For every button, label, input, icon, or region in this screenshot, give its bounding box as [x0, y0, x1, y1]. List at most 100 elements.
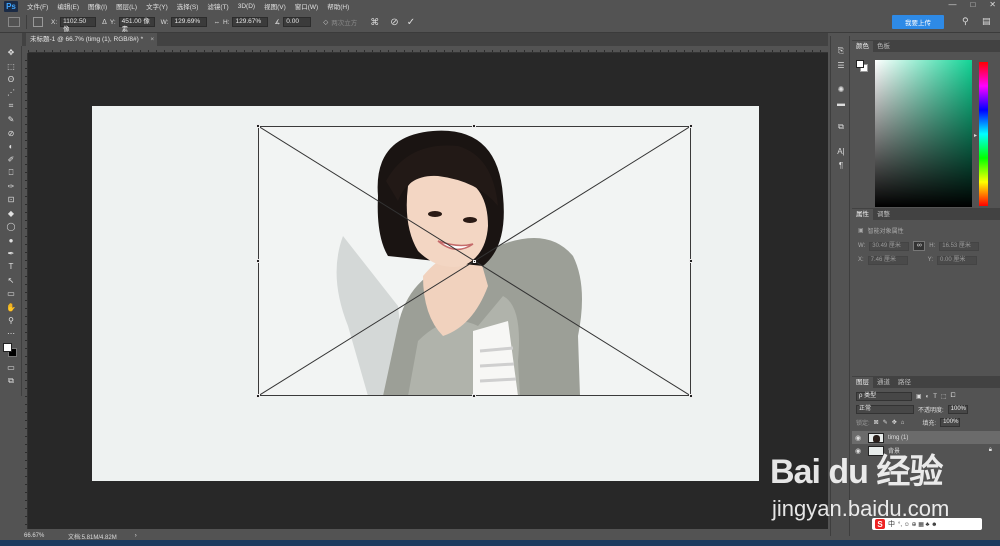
filter-adjust-icon[interactable]: ◐: [926, 394, 930, 400]
eyedropper-tool-icon[interactable]: ✎: [0, 113, 22, 126]
menu-window[interactable]: 窗口(W): [295, 1, 318, 11]
lock-move-icon[interactable]: ✥: [892, 419, 897, 426]
layer-row[interactable]: ◉ 背景 🔒︎: [852, 444, 1000, 457]
prop-x-field[interactable]: 7.46 厘米: [867, 255, 908, 265]
lock-all-icon[interactable]: ⌂: [901, 420, 905, 426]
menu-3d[interactable]: 3D(D): [238, 3, 255, 10]
reference-point-icon[interactable]: [33, 17, 43, 27]
character-panel-icon[interactable]: A|: [831, 144, 851, 158]
document-tab-close-icon[interactable]: ×: [150, 33, 154, 46]
menu-edit[interactable]: 编辑(E): [57, 1, 79, 11]
zoom-level[interactable]: 66.67%: [24, 533, 64, 539]
color-panel-swatches[interactable]: [856, 60, 868, 72]
color-picker-field[interactable]: [875, 60, 972, 207]
workspace-icon[interactable]: ▤: [982, 16, 992, 26]
tab-channels[interactable]: 通道: [873, 377, 894, 388]
link-icon[interactable]: ⇔: [213, 19, 220, 26]
tab-paths[interactable]: 路径: [894, 377, 915, 388]
status-menu-arrow-icon[interactable]: ›: [135, 533, 137, 539]
menu-select[interactable]: 选择(S): [177, 1, 199, 11]
transform-handle-bottom-left[interactable]: [256, 394, 260, 398]
constrain-link-icon[interactable]: ∞: [913, 241, 926, 251]
pen-tool-icon[interactable]: ✒: [0, 247, 22, 260]
cloud-upload-button[interactable]: 我要上传: [892, 15, 944, 29]
type-tool-icon[interactable]: T: [0, 260, 22, 273]
quick-select-tool-icon[interactable]: ⋰: [0, 86, 22, 99]
transform-handle-bottom-right[interactable]: [689, 394, 693, 398]
warp-icon[interactable]: ⌘: [370, 17, 379, 28]
hue-slider-arrow-icon[interactable]: ▸: [974, 132, 977, 139]
menu-view[interactable]: 视图(V): [264, 1, 286, 11]
eye-icon[interactable]: ◉: [852, 434, 864, 442]
opacity-field[interactable]: 100%: [947, 405, 968, 414]
tab-adjustments[interactable]: 调整: [873, 209, 894, 220]
x-field[interactable]: 1102.50 像: [60, 17, 97, 33]
clone-source-icon[interactable]: ⧉: [831, 120, 851, 134]
search-icon[interactable]: ⚲: [962, 16, 972, 26]
color-swatches[interactable]: [0, 341, 22, 361]
y-field[interactable]: 451.00 像素: [118, 17, 155, 33]
blend-mode-select[interactable]: 正常: [856, 405, 914, 414]
tab-layers[interactable]: 图层: [852, 377, 873, 388]
eye-icon[interactable]: ◉: [852, 447, 864, 455]
lock-paint-icon[interactable]: ✎: [883, 419, 888, 426]
free-transform-box[interactable]: [256, 124, 693, 398]
marquee-tool-icon[interactable]: ⬚: [0, 59, 22, 72]
commit-transform-icon[interactable]: ✓: [407, 17, 415, 28]
healing-tool-icon[interactable]: ⊘: [0, 126, 22, 139]
layer-name[interactable]: 背景: [888, 446, 900, 455]
eraser-tool-icon[interactable]: ✑: [0, 180, 22, 193]
lock-transparent-icon[interactable]: ⊠: [874, 419, 879, 426]
paragraph-panel-icon[interactable]: ¶: [831, 158, 851, 172]
panel-fg-swatch[interactable]: [856, 60, 864, 68]
prop-h-field[interactable]: 16.53 厘米: [939, 241, 980, 251]
transform-handle-top-right[interactable]: [689, 124, 693, 128]
document-canvas[interactable]: [92, 106, 759, 481]
history-brush-tool-icon[interactable]: ⎕: [0, 167, 22, 180]
tool-preset-icon[interactable]: [8, 17, 20, 27]
h-field[interactable]: 129.67%: [232, 17, 269, 27]
transform-center-point[interactable]: [473, 260, 476, 263]
menu-layer[interactable]: 图层(L): [116, 1, 137, 11]
stamp-tool-icon[interactable]: ✐: [0, 153, 22, 166]
more-tools-icon[interactable]: ⋯: [0, 327, 22, 340]
prop-y-field[interactable]: 0.00 厘米: [937, 255, 978, 265]
ime-toolbar-icons[interactable]: °, ☺ ⊕ ▦ ♣ ☻: [898, 521, 937, 528]
cancel-transform-icon[interactable]: ⊘: [390, 17, 398, 28]
zoom-tool-icon[interactable]: ⚲: [0, 314, 22, 327]
screen-mode-icon[interactable]: ⧉: [0, 374, 22, 387]
tab-swatches[interactable]: 色板: [873, 41, 894, 52]
interpolation-select[interactable]: 两次立方: [331, 17, 357, 27]
angle-field[interactable]: 0.00: [283, 17, 312, 27]
menu-image[interactable]: 图像(I): [88, 1, 107, 11]
lasso-tool-icon[interactable]: ʘ: [0, 73, 22, 86]
transform-handle-top[interactable]: [472, 124, 476, 128]
canvas-workspace[interactable]: [28, 53, 828, 529]
tab-properties[interactable]: 属性: [852, 209, 873, 220]
move-tool-icon[interactable]: ✥: [0, 46, 22, 59]
close-button[interactable]: ✕: [989, 0, 996, 9]
transform-handle-bottom[interactable]: [472, 394, 476, 398]
fill-field[interactable]: 100%: [940, 418, 961, 427]
blur-tool-icon[interactable]: ◆: [0, 207, 22, 220]
layer-name[interactable]: timg (1): [888, 435, 908, 441]
menu-file[interactable]: 文件(F): [27, 1, 48, 11]
transform-handle-left[interactable]: [256, 259, 260, 263]
delta-icon[interactable]: Δ: [102, 19, 107, 26]
filter-type-icon[interactable]: T: [933, 394, 937, 400]
foreground-color-swatch[interactable]: [3, 342, 12, 352]
crop-tool-icon[interactable]: ⌗: [0, 100, 22, 113]
hand-tool-icon[interactable]: ✋: [0, 300, 22, 313]
layer-row[interactable]: ◉ timg (1): [852, 431, 1000, 444]
transform-handle-top-left[interactable]: [256, 124, 260, 128]
w-field[interactable]: 129.69%: [171, 17, 208, 27]
filter-pixel-icon[interactable]: ▣: [916, 393, 922, 400]
prop-w-field[interactable]: 30.49 厘米: [869, 241, 910, 251]
dodge-tool-icon[interactable]: ◯: [0, 220, 22, 233]
menu-help[interactable]: 帮助(H): [327, 1, 349, 11]
brush-tool-icon[interactable]: ◐: [0, 140, 22, 153]
document-tab[interactable]: 未标题-1 @ 66.7% (timg (1), RGB/8#) * ×: [26, 33, 158, 46]
hue-slider[interactable]: [979, 62, 988, 206]
brush-panel-icon[interactable]: ✺: [831, 82, 851, 96]
skew-icon[interactable]: ◇: [323, 18, 328, 26]
